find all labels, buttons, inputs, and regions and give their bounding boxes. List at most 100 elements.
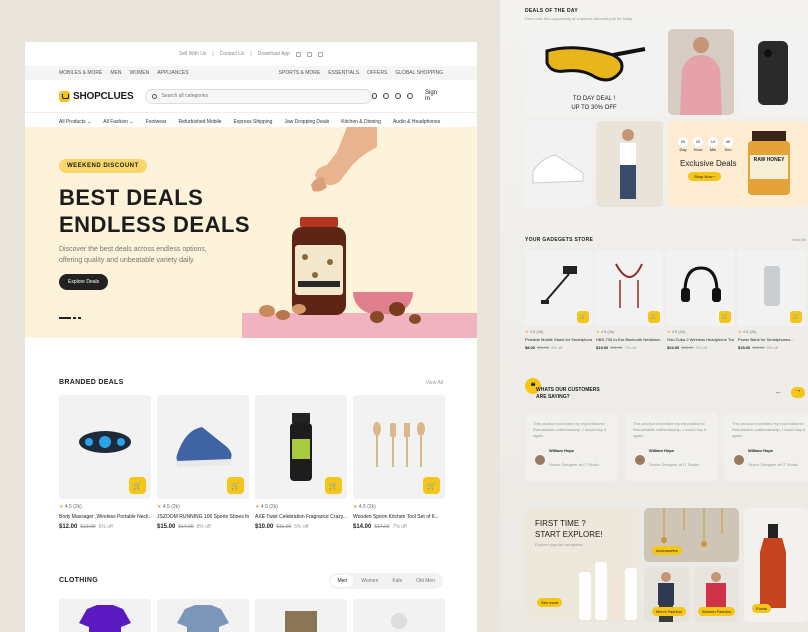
honey-label: RAW HONEY xyxy=(753,157,785,163)
location-icon[interactable] xyxy=(371,93,378,99)
product-name[interactable]: Wooden Spoon Kitchen Tool Set of 6... xyxy=(353,514,445,520)
countdown-timer: 00 Day 20 Hour 10 Min 40 Sec xyxy=(678,137,733,152)
foods-pill[interactable]: Foods xyxy=(752,604,772,613)
add-to-cart-icon[interactable]: 🛒 xyxy=(648,311,660,323)
sell-with-us-link[interactable]: Sell With Us xyxy=(179,51,206,57)
tab-kids[interactable]: Kids xyxy=(386,575,408,587)
testimonial-card: This product exceeded my expectations! R… xyxy=(724,413,808,481)
menu-jaw-dropping[interactable]: Jaw Dropping Deals xyxy=(284,119,329,125)
add-to-cart-icon[interactable]: 🛒 xyxy=(423,477,440,494)
add-to-cart-icon[interactable]: 🛒 xyxy=(719,311,731,323)
foods-tile[interactable]: Foods xyxy=(744,508,808,622)
add-to-cart-icon[interactable]: 🛒 xyxy=(790,311,802,323)
product-image[interactable]: 🛒 xyxy=(157,395,249,499)
product-card[interactable]: 🛒 ★ 4.5 (2k) Body Massager ,Wireless Por… xyxy=(59,395,151,530)
cat-women[interactable]: WOMEN xyxy=(129,70,149,76)
accessories-pill[interactable]: Accessories xyxy=(652,546,682,555)
explore-deals-button[interactable]: Explore Deals xyxy=(59,274,109,290)
exclusive-deals-tile[interactable]: 00 Day 20 Hour 10 Min 40 Sec Exclusive Deals… xyxy=(668,121,808,207)
wishlist-icon[interactable] xyxy=(395,93,402,99)
woman-jacket-tile[interactable] xyxy=(668,29,734,115)
iphone-tile[interactable] xyxy=(740,29,808,115)
product-name[interactable]: JSZOOM RUNNING 106 Sports Shoes for... xyxy=(157,514,249,520)
accessories-tile[interactable]: Accessories xyxy=(644,508,739,562)
add-to-cart-icon[interactable]: 🛒 xyxy=(325,477,342,494)
cat-mobiles[interactable]: MOBILES & MORE xyxy=(59,70,102,76)
logo[interactable]: SHOPCLUES xyxy=(59,90,134,102)
notification-icon[interactable] xyxy=(383,93,390,99)
search-input[interactable] xyxy=(161,93,362,99)
hand-image xyxy=(311,127,377,192)
home-page: Sell With Us | Contact Us | Download App M… xyxy=(25,42,477,632)
logo-text: SHOPCLUES xyxy=(73,90,134,102)
man-sitting-tile[interactable] xyxy=(596,121,663,207)
gadget-card[interactable]: 🛒 ★ 4.5 (2k) Power Bank for Smartphones.… xyxy=(738,250,805,350)
gadget-card[interactable]: 🛒 ★ 4.5 (2k) Portable Mobile Stand for S… xyxy=(525,250,592,350)
search-bar[interactable] xyxy=(145,88,372,104)
add-to-cart-icon[interactable]: 🛒 xyxy=(227,477,244,494)
cat-essentials[interactable]: ESSENTIALS xyxy=(328,70,359,76)
product-card[interactable]: 🛒 ★ 4.5 (2k) Wooden Spoon Kitchen Tool S… xyxy=(353,395,445,530)
product-image[interactable]: 🛒 xyxy=(59,395,151,499)
explore-tile[interactable]: FIRST TIME ? START EXPLORE! Explore popul… xyxy=(525,508,639,622)
android-icon[interactable] xyxy=(306,51,312,57)
qr-icon[interactable] xyxy=(317,51,323,57)
gadget-name[interactable]: Odo Cuba 2 Wireless Headphone Trav... xyxy=(667,337,734,342)
rating: ★ 4.5 (2k) xyxy=(157,504,180,510)
product-name[interactable]: AXE Twist Celebration Fragrance Crazy... xyxy=(255,514,347,520)
shop-now-button[interactable]: Shop Now › xyxy=(688,172,721,181)
sunglasses-deal-tile[interactable]: TO DAY DEAL ! UP TO 30% OFF xyxy=(525,29,663,115)
gadget-card[interactable]: 🛒 ★ 4.5 (2k) HBS-730 In-Ear Bluetooth Ne… xyxy=(596,250,663,350)
apple-icon[interactable] xyxy=(295,51,301,57)
add-to-cart-icon[interactable]: 🛒 xyxy=(577,311,589,323)
tab-old-men[interactable]: Old Men xyxy=(410,575,441,587)
womens-fashion-tile[interactable]: Women Fashion xyxy=(694,567,739,622)
download-app-link[interactable]: Download App xyxy=(258,51,290,57)
menu-audio[interactable]: Audio & Headphones xyxy=(393,119,440,125)
sign-in-button[interactable]: Sign In xyxy=(425,90,443,102)
cat-men[interactable]: MEN xyxy=(110,70,121,76)
cat-global[interactable]: GLOBAL SHOPPING xyxy=(395,70,443,76)
product-price: $10.00 $11.00 5% off xyxy=(255,524,309,530)
carousel-dots[interactable] xyxy=(59,317,81,319)
cat-sports[interactable]: SPORTS & MORE xyxy=(279,70,321,76)
tab-women[interactable]: Women xyxy=(355,575,384,587)
clothing-item[interactable] xyxy=(157,599,249,632)
mens-fashion-pill[interactable]: Men's Fashion xyxy=(652,607,686,616)
clothing-item[interactable] xyxy=(59,599,151,632)
menu-all-products[interactable]: All Products ⌄ xyxy=(59,119,91,125)
menu-all-fashion[interactable]: All Fashion ⌄ xyxy=(103,119,133,125)
gadget-card[interactable]: 🛒 ★ 4.5 (2k) Odo Cuba 2 Wireless Headpho… xyxy=(667,250,734,350)
mens-fashion-tile[interactable]: Men's Fashion xyxy=(644,567,689,622)
gadgets-view-all[interactable]: View All xyxy=(792,237,806,242)
product-card[interactable]: 🛒 ★ 4.5 (2k) AXE Twist Celebration Fragr… xyxy=(255,395,347,530)
product-image[interactable]: 🛒 xyxy=(353,395,445,499)
contact-us-link[interactable]: Contact Us xyxy=(220,51,245,57)
gadget-name[interactable]: Portable Mobile Stand for Smartphones... xyxy=(525,337,592,342)
menu-express[interactable]: Express Shipping xyxy=(234,119,273,125)
product-name[interactable]: Body Massager ,Wireless Portable Neck... xyxy=(59,514,151,520)
cat-offers[interactable]: OFFERS xyxy=(367,70,387,76)
category-bar: MOBILES & MORE MEN WOMEN APPLIANCES SPOR… xyxy=(25,66,477,80)
next-arrow-icon[interactable]: → xyxy=(791,387,805,398)
sneakers-tile[interactable] xyxy=(525,121,592,207)
explore-subtitle: Explore popular categories xyxy=(535,542,583,547)
cart-icon[interactable] xyxy=(407,93,413,99)
product-image[interactable]: 🛒 xyxy=(255,395,347,499)
menu-refurbished[interactable]: Refurbished Mobile xyxy=(178,119,221,125)
menu-footwear[interactable]: Footwear xyxy=(146,119,167,125)
clothing-item[interactable] xyxy=(255,599,347,632)
clothing-item[interactable] xyxy=(353,599,445,632)
gadget-name[interactable]: Power Bank for Smartphones... xyxy=(738,337,805,342)
product-card[interactable]: 🛒 ★ 4.5 (2k) JSZOOM RUNNING 106 Sports S… xyxy=(157,395,249,530)
see-more-button[interactable]: See more xyxy=(537,598,563,607)
tab-men[interactable]: Men xyxy=(331,575,354,587)
gadget-name[interactable]: HBS-730 In-Ear Bluetooth Necklace... xyxy=(596,337,663,342)
cat-appliances[interactable]: APPLIANCES xyxy=(157,70,188,76)
menu-kitchen[interactable]: Kitchen & Dinning xyxy=(341,119,381,125)
rating: ★ 4.5 (2k) xyxy=(59,504,82,510)
add-to-cart-icon[interactable]: 🛒 xyxy=(129,477,146,494)
prev-arrow-icon[interactable]: ← xyxy=(775,389,782,396)
view-all-link[interactable]: View All xyxy=(426,380,443,386)
womens-fashion-pill[interactable]: Women Fashion xyxy=(698,607,736,616)
